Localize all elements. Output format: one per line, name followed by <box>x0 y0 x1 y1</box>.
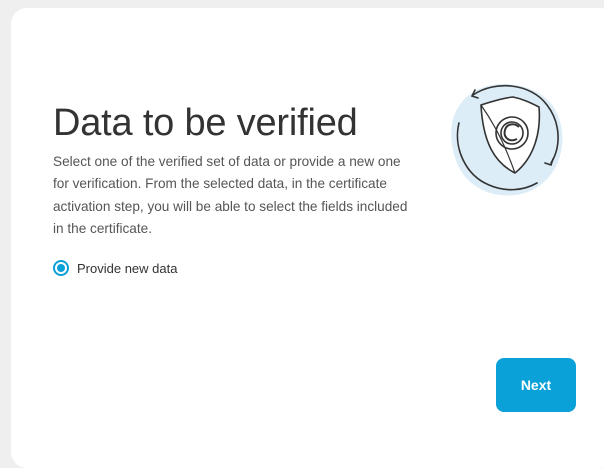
certificate-shield-icon <box>451 83 563 196</box>
option-provide-new-data[interactable]: Provide new data <box>53 260 177 276</box>
next-button[interactable]: Next <box>496 358 576 412</box>
verification-card: Data to be verified Select one of the ve… <box>11 8 604 468</box>
page-description: Select one of the verified set of data o… <box>53 154 408 236</box>
radio-button[interactable] <box>53 260 69 276</box>
option-label: Provide new data <box>77 260 178 276</box>
page-title: Data to be verified <box>53 102 358 144</box>
radio-selected-dot <box>57 264 65 272</box>
